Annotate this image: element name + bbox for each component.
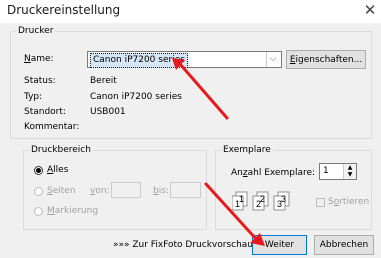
radio-all-label: Alles <box>47 165 69 175</box>
svg-text:1: 1 <box>239 194 244 204</box>
svg-text:2: 2 <box>260 194 265 204</box>
printer-select[interactable]: Canon iP7200 series ⌵ <box>87 51 282 68</box>
radio-selection-label: Markierung <box>47 206 99 216</box>
location-value: USB001 <box>90 107 126 117</box>
copies-spinner[interactable]: 1 ▲ ▼ <box>319 163 357 180</box>
from-label: von: <box>90 186 110 196</box>
from-input[interactable] <box>111 182 141 198</box>
comment-label: Kommentar: <box>24 122 80 132</box>
type-value: Canon iP7200 series <box>90 92 182 102</box>
printer-group-label: Drucker <box>16 26 56 36</box>
window-title: Druckereinstellung <box>7 3 121 17</box>
type-label: Typ: <box>24 92 43 102</box>
preview-link[interactable]: »»» Zur FixFoto Druckvorschau »»» <box>113 240 272 250</box>
to-input[interactable] <box>170 182 201 198</box>
chevron-down-icon: ⌵ <box>266 52 279 67</box>
svg-text:3: 3 <box>281 194 286 204</box>
to-label: bis: <box>153 186 169 196</box>
properties-button[interactable]: Eigenschaften... <box>286 50 366 69</box>
copies-group-label: Exemplare <box>221 145 273 155</box>
copies-count-value: 1 <box>323 166 329 176</box>
copies-count-label: Anzahl Exemplare: <box>231 168 316 178</box>
name-label: Name: <box>24 54 54 64</box>
cancel-button[interactable]: Abbrechen <box>314 235 374 255</box>
status-value: Bereit <box>90 76 117 86</box>
next-button[interactable]: Weiter <box>252 235 307 255</box>
collate-label: Sortieren <box>328 197 370 207</box>
radio-all[interactable] <box>34 166 43 175</box>
location-label: Standort: <box>24 107 66 117</box>
radio-selection[interactable] <box>34 207 43 216</box>
collate-checkbox[interactable] <box>316 198 325 207</box>
printer-select-value: Canon iP7200 series <box>90 53 188 68</box>
close-icon[interactable]: ✕ <box>363 1 377 19</box>
radio-pages-label: Seiten <box>47 186 76 196</box>
collate-pages-icon: 11 22 33 <box>232 191 290 211</box>
spinner-arrows-icon: ▲ ▼ <box>343 164 356 179</box>
status-label: Status: <box>24 76 56 86</box>
print-range-group-label: Druckbereich <box>29 145 93 155</box>
radio-pages[interactable] <box>34 187 43 196</box>
